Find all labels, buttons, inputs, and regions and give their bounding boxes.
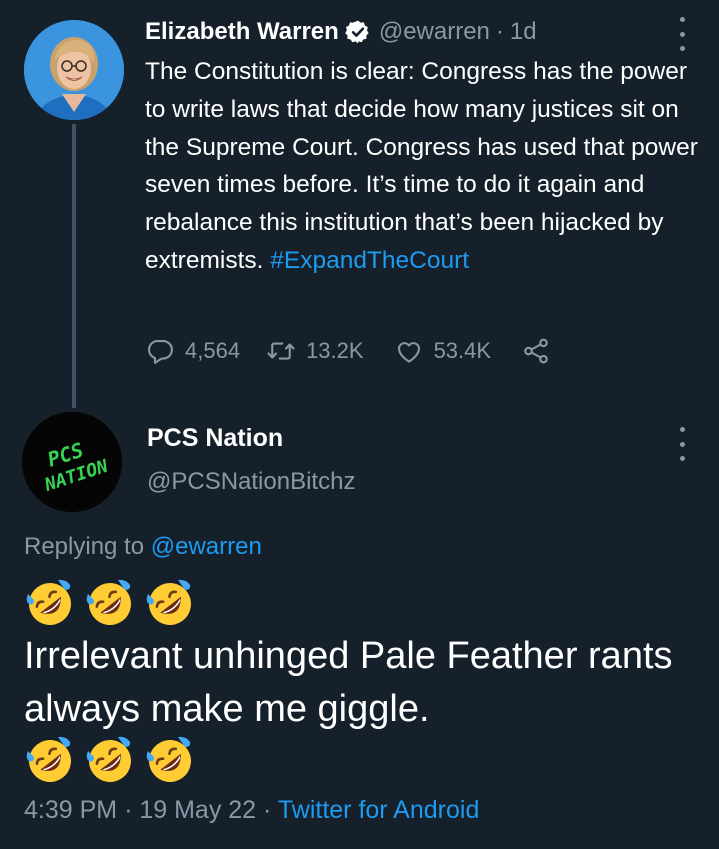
rofl-emoji-icon — [144, 735, 196, 787]
rofl-emoji-icon — [24, 578, 76, 630]
tweet-time[interactable]: 4:39 PM — [24, 796, 117, 824]
tweet-meta: 4:39 PM · 19 May 22 · Twitter for Androi… — [24, 796, 479, 825]
emoji-row — [24, 578, 204, 630]
thread-connector-line — [72, 124, 76, 408]
timestamp[interactable]: 1d — [510, 18, 537, 46]
author-name[interactable]: PCS Nation — [147, 424, 283, 453]
tweet-text: The Constitution is clear: Congress has … — [145, 53, 713, 280]
rofl-emoji-icon — [84, 578, 136, 630]
tweet-thread: Elizabeth Warren @ewarren · 1d The Const… — [0, 0, 719, 849]
more-options-icon[interactable] — [670, 427, 694, 461]
like-button[interactable]: 53.4K — [394, 336, 492, 366]
rofl-emoji-icon — [24, 735, 76, 787]
replying-label: Replying to — [24, 533, 145, 560]
reply-text: Irrelevant unhinged Pale Feather rants a… — [24, 635, 673, 730]
replying-to: Replying to @ewarren — [24, 533, 262, 561]
author-handle[interactable]: @PCSNationBitchz — [147, 468, 355, 496]
reply-count: 4,564 — [185, 338, 241, 363]
avatar[interactable] — [24, 20, 124, 120]
avatar[interactable]: PCS NATION — [22, 412, 122, 512]
verified-badge-icon — [345, 19, 371, 45]
separator-dot: · — [263, 796, 272, 824]
retweet-count: 13.2K — [306, 338, 364, 363]
emoji-row — [24, 735, 204, 787]
rofl-emoji-icon — [144, 578, 196, 630]
tweet-actions: 4,564 13.2K 53.4K — [145, 334, 551, 368]
retweet-button[interactable]: 13.2K — [266, 336, 364, 366]
more-options-icon[interactable] — [670, 17, 694, 51]
rofl-emoji-icon — [84, 735, 136, 787]
retweet-icon — [267, 342, 295, 360]
separator-dot: · — [124, 796, 133, 824]
mention-link[interactable]: @ewarren — [151, 533, 262, 560]
reply-icon — [148, 339, 173, 364]
like-count: 53.4K — [433, 338, 492, 363]
separator-dot: · — [495, 18, 504, 45]
author-handle[interactable]: @ewarren — [379, 18, 490, 46]
reply-button[interactable]: 4,564 — [145, 336, 240, 366]
source-link[interactable]: Twitter for Android — [278, 796, 479, 824]
heart-icon — [397, 342, 420, 363]
hashtag-link[interactable]: #ExpandTheCourt — [270, 247, 469, 274]
author-name[interactable]: Elizabeth Warren — [145, 18, 339, 46]
tweet-header: Elizabeth Warren @ewarren · 1d — [145, 14, 537, 50]
share-icon — [524, 338, 548, 364]
share-button[interactable] — [521, 336, 551, 366]
tweet-date[interactable]: 19 May 22 — [139, 796, 256, 824]
tweet-body: The Constitution is clear: Congress has … — [145, 58, 698, 274]
